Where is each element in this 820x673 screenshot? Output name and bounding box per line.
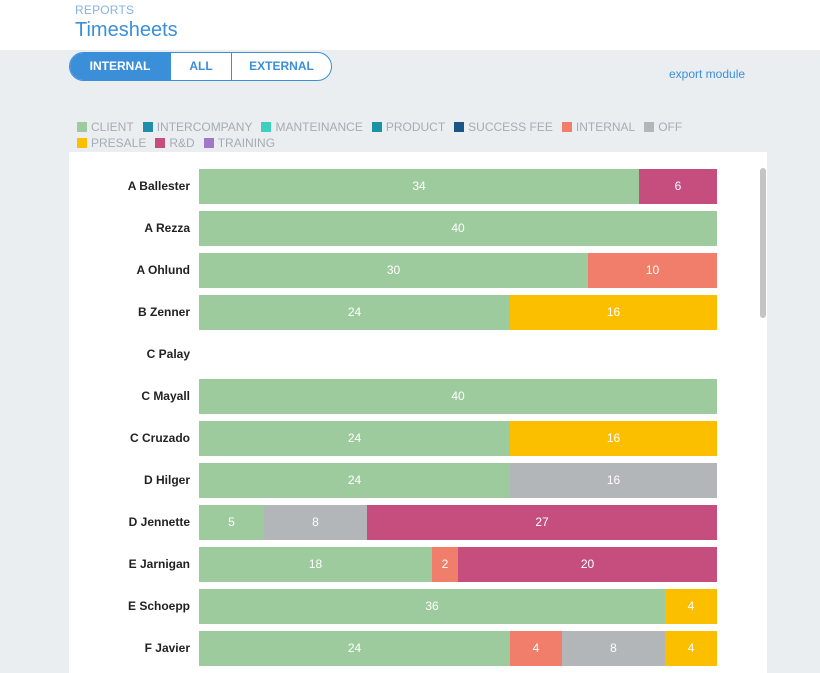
legend-swatch (371, 122, 382, 132)
legend-item-training[interactable]: TRAINING (203, 135, 276, 151)
legend-label: MANTEINANCE (275, 120, 363, 134)
legend-swatch (155, 138, 166, 148)
bar-segment-internal[interactable]: 4 (510, 631, 562, 666)
legend-swatch (203, 138, 214, 148)
legend-label: SUCCESS FEE (468, 120, 553, 134)
bar-segment-off[interactable]: 8 (264, 505, 367, 540)
bar-segment-internal[interactable]: 10 (588, 253, 717, 288)
bar-segment-client[interactable]: 36 (199, 589, 665, 624)
legend-swatch (454, 122, 465, 132)
timesheet-chart: A Ballester 34 6 A Rezza 40 A Ohlund 30 10 B Zen… (69, 152, 767, 673)
bar-segment-off[interactable]: 16 (510, 463, 717, 498)
bar-segment-client[interactable]: 18 (199, 547, 432, 582)
bar-segment-randd[interactable]: 27 (367, 505, 717, 540)
bar-segment-client[interactable]: 5 (199, 505, 264, 540)
legend-label: CLIENT (91, 120, 134, 134)
row-label: D Hilger (143, 473, 190, 487)
legend-item-intercompany[interactable]: INTERCOMPANY (142, 119, 253, 135)
report-scope-tabs: INTERNAL ALL EXTERNAL (69, 52, 332, 81)
legend-swatch (77, 122, 87, 132)
bar-segment-presale[interactable]: 16 (510, 421, 717, 456)
legend-item-presale[interactable]: PRESALE (77, 135, 146, 151)
legend-row: PRESALE R&D TRAINING (77, 135, 757, 151)
legend-item-product[interactable]: PRODUCT (371, 119, 446, 135)
legend-item-client[interactable]: CLIENT (77, 119, 134, 135)
legend-swatch (561, 122, 572, 132)
bar-segment-internal[interactable]: 2 (432, 547, 458, 582)
legend-label: R&D (169, 136, 195, 150)
legend-swatch (644, 122, 655, 132)
bar-segment-presale[interactable]: 16 (510, 295, 717, 330)
legend-label: INTERCOMPANY (156, 120, 253, 134)
bar-segment-randd[interactable]: 20 (458, 547, 717, 582)
bar-segment-randd[interactable]: 6 (639, 169, 717, 204)
export-module-link[interactable]: export module (669, 67, 745, 81)
bar-segment-client[interactable]: 24 (199, 421, 510, 456)
tab-all[interactable]: ALL (170, 53, 231, 80)
bar-segment-client[interactable]: 40 (199, 379, 717, 414)
row-label: E Jarnigan (128, 557, 190, 571)
row-label: D Jennette (128, 515, 190, 529)
bar-segment-presale[interactable]: 4 (665, 589, 717, 624)
legend-item-r-and-d[interactable]: R&D (155, 135, 195, 151)
row-label: A Ohlund (136, 263, 190, 277)
bar-segment-off[interactable]: 8 (562, 631, 665, 666)
legend-swatch (77, 138, 87, 148)
row-label: C Mayall (141, 389, 190, 403)
legend-label: TRAINING (217, 136, 276, 150)
row-label: A Rezza (144, 221, 190, 235)
bar-segment-client[interactable]: 24 (199, 463, 510, 498)
row-label: C Cruzado (130, 431, 190, 445)
legend-item-off[interactable]: OFF (644, 119, 682, 135)
breadcrumb-reports[interactable]: REPORTS (75, 3, 134, 17)
bar-segment-presale[interactable]: 4 (665, 631, 717, 666)
bar-segment-client[interactable]: 30 (199, 253, 588, 288)
row-label: A Ballester (127, 179, 190, 193)
legend-label: PRESALE (91, 136, 147, 150)
page-title: Timesheets (75, 19, 178, 41)
legend-swatch (261, 122, 272, 132)
legend-label: INTERNAL (575, 120, 636, 134)
legend-item-internal[interactable]: INTERNAL (561, 119, 636, 135)
row-label: C Palay (146, 347, 190, 361)
row-label: B Zenner (137, 305, 190, 319)
bar-segment-client[interactable]: 24 (199, 295, 510, 330)
chart-scrollbar[interactable] (760, 168, 766, 318)
row-label: F Javier (144, 641, 190, 655)
legend-row: CLIENT INTERCOMPANY MANTEINANCE PRODUCT … (77, 119, 757, 135)
bar-segment-client[interactable]: 34 (199, 169, 639, 204)
bar-segment-client[interactable]: 40 (199, 211, 717, 246)
legend-item-success-fee[interactable]: SUCCESS FEE (454, 119, 553, 135)
bar-segment-client[interactable]: 24 (199, 631, 510, 666)
chart-legend: CLIENT INTERCOMPANY MANTEINANCE PRODUCT … (77, 119, 757, 151)
legend-label: OFF (658, 120, 683, 134)
tab-internal[interactable]: INTERNAL (70, 53, 170, 80)
tab-external[interactable]: EXTERNAL (231, 53, 331, 80)
legend-swatch (142, 122, 153, 132)
page-header: REPORTS Timesheets (0, 0, 820, 50)
legend-label: PRODUCT (385, 120, 446, 134)
legend-item-manteinance[interactable]: MANTEINANCE (261, 119, 363, 135)
row-label: E Schoepp (127, 599, 190, 613)
